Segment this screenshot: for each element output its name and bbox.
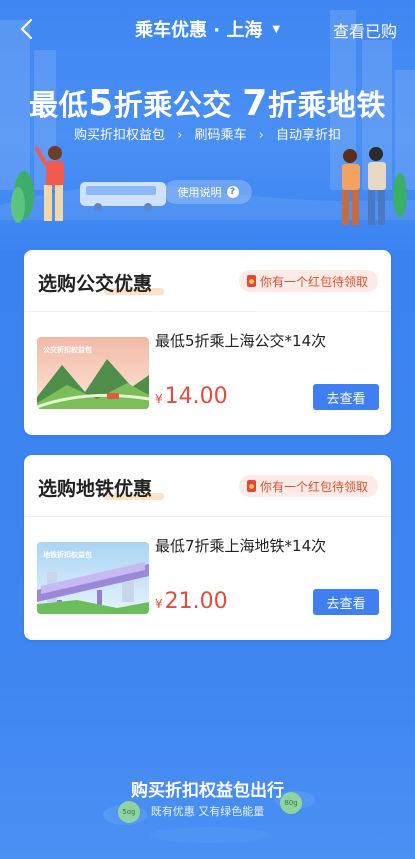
bus-package-thumbnail: 公交折扣权益包 [37,337,149,409]
navigation-bar: 乘车优惠 · 上海 ▼ 查看已购 [0,0,415,58]
card-title: 选购地铁优惠 [38,478,153,500]
view-metro-offer-button[interactable]: 去查看 [313,589,379,615]
product-price: ¥21.00 [155,589,228,614]
chevron-right-icon: › [177,128,183,143]
thumbnail-label: 公交折扣权益包 [43,346,92,354]
nav-title: 乘车优惠 · 上海 [134,20,263,41]
product-name: 最低5折乘上海公交*14次 [155,332,327,350]
green-energy-badge-right: 80g [280,792,302,814]
bus-offer-card: 选购公交优惠 你有一个红包待领取 公交折扣权益包 最低5折乘上海公交*14次 ¥… [24,250,391,435]
view-bus-offer-button[interactable]: 去查看 [313,384,379,410]
currency-symbol: ¥ [155,597,163,611]
product-price: ¥14.00 [155,384,228,409]
person-illustration-left [11,146,64,223]
price-value: 14.00 [164,384,228,409]
caret-down-icon: ▼ [272,23,281,35]
card-header: 选购地铁优惠 你有一个红包待领取 [24,455,391,517]
footer-slogan: 购买折扣权益包出行 [131,781,284,801]
view-purchased-link[interactable]: 查看已购 [333,18,397,42]
metro-offer-card: 选购地铁优惠 你有一个红包待领取 地铁折扣权益包 最低7折乘上海地铁*14次 ¥… [24,455,391,640]
thumbnail-label: 地铁折扣权益包 [43,551,92,559]
metro-package-thumbnail: 地铁折扣权益包 [37,542,149,614]
step-label: 自动享折扣 [275,128,341,143]
red-envelope-icon [246,480,256,492]
product-item[interactable]: 地铁折扣权益包 最低7折乘上海地铁*14次 ¥21.00 去查看 [24,517,391,639]
people-illustration-right [342,147,407,225]
question-icon: ? [226,186,239,198]
headline-part: 折乘公交 [113,88,243,122]
price-value: 21.00 [164,589,228,614]
headline-number: 7 [242,83,268,124]
red-envelope-icon [246,275,256,287]
card-title: 选购公交优惠 [38,273,153,295]
usage-instructions-button[interactable]: 使用说明 ? [164,180,252,204]
usage-steps: 购买折扣权益包 › 刷码乘车 › 自动享折扣 [0,124,415,143]
red-packet-badge[interactable]: 你有一个红包待领取 [238,475,378,497]
red-packet-text: 你有一个红包待领取 [259,479,368,494]
red-packet-text: 你有一个红包待领取 [259,274,368,289]
card-header: 选购公交优惠 你有一个红包待领取 [24,250,391,312]
green-energy-badge-left: 5og [118,801,140,823]
bus-illustration [80,182,166,211]
banner-headline: 最低5折乘公交 7折乘地铁 [0,82,415,124]
headline-part: 最低 [29,88,89,122]
currency-symbol: ¥ [155,392,163,406]
city-selector[interactable]: 乘车优惠 · 上海 ▼ [120,16,295,42]
product-item[interactable]: 公交折扣权益包 最低5折乘上海公交*14次 ¥14.00 去查看 [24,312,391,434]
back-icon[interactable] [12,14,40,44]
headline-number: 5 [88,83,114,124]
help-label: 使用说明 [177,186,222,199]
chevron-right-icon: › [258,128,264,143]
product-name: 最低7折乘上海地铁*14次 [155,537,327,555]
headline-part: 折乘地铁 [267,88,386,122]
step-label: 刷码乘车 [194,128,247,143]
red-packet-badge[interactable]: 你有一个红包待领取 [238,270,378,292]
step-label: 购买折扣权益包 [73,128,165,143]
footer-subtitle: 既有优惠 又有绿色能量 [150,805,265,818]
